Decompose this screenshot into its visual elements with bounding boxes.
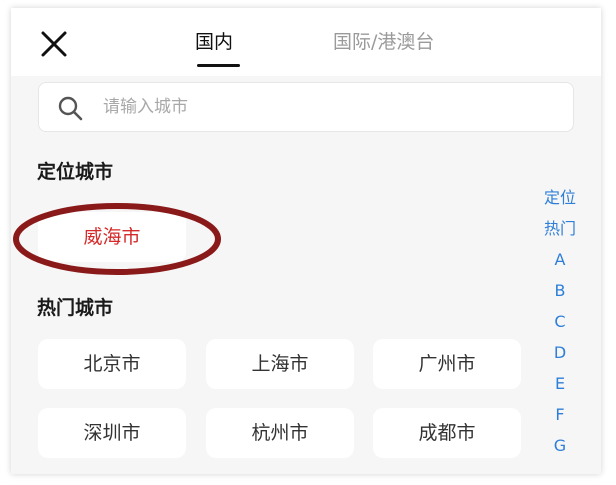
index-item-c[interactable]: C [535, 306, 585, 337]
index-item-e[interactable]: E [535, 368, 585, 399]
index-item-d[interactable]: D [535, 337, 585, 368]
located-city-chip[interactable]: 威海市 [38, 212, 186, 262]
hot-city-hangzhou[interactable]: 杭州市 [206, 408, 354, 458]
index-item-b[interactable]: B [535, 275, 585, 306]
index-item-f[interactable]: F [535, 399, 585, 430]
search-icon [58, 96, 83, 121]
index-item-g[interactable]: G [535, 430, 585, 461]
index-item-located[interactable]: 定位 [535, 182, 585, 213]
hot-city-shenzhen[interactable]: 深圳市 [38, 408, 186, 458]
index-item-a[interactable]: A [535, 244, 585, 275]
search-placeholder: 请输入城市 [103, 97, 188, 117]
tab-international[interactable]: 国际/港澳台 [333, 30, 434, 54]
city-picker-panel: 国内 国际/港澳台 请输入城市 定位城市 威海市 热门城市 北京市 上海市 广州… [11, 8, 601, 474]
located-city-heading: 定位城市 [37, 161, 114, 183]
hot-cities-heading: 热门城市 [37, 297, 114, 319]
hot-city-guangzhou[interactable]: 广州市 [373, 339, 521, 389]
close-button[interactable] [39, 29, 69, 59]
active-tab-indicator [197, 64, 240, 67]
header-bar: 国内 国际/港澳台 [11, 8, 601, 76]
hot-city-shanghai[interactable]: 上海市 [206, 339, 354, 389]
index-item-hot[interactable]: 热门 [535, 213, 585, 244]
search-input[interactable]: 请输入城市 [38, 82, 574, 132]
hot-city-beijing[interactable]: 北京市 [38, 339, 186, 389]
tab-domestic[interactable]: 国内 [195, 30, 233, 54]
hot-city-chengdu[interactable]: 成都市 [373, 408, 521, 458]
alphabet-index-bar: 定位 热门 A B C D E F G [535, 182, 585, 461]
close-icon [41, 31, 67, 57]
